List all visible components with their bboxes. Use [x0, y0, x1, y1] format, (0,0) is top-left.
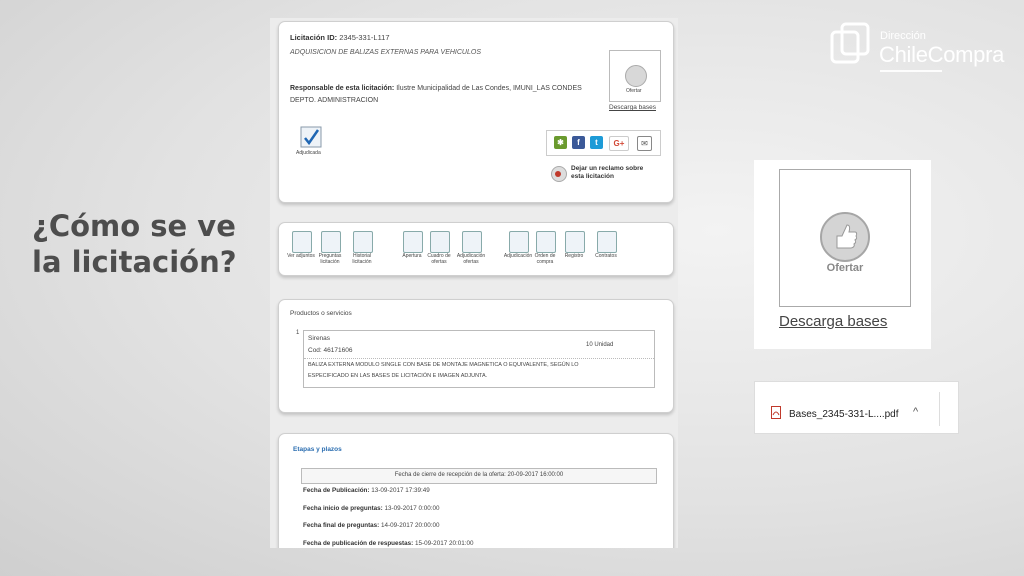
- pdf-icon: [771, 406, 781, 419]
- adjudicada-icon: [300, 126, 322, 148]
- action-label: Historial licitación: [352, 253, 372, 265]
- action-label: Cuadro de ofertas: [427, 253, 451, 265]
- actions-card: Ver adjuntos Preguntas licitación Historia…: [278, 222, 674, 276]
- etapa-label: Fecha de publicación de respuestas:: [303, 539, 414, 547]
- download-bar: Bases_2345-331-L....pdf ^: [754, 381, 959, 434]
- adjudicacion-ofertas-icon[interactable]: [462, 231, 482, 253]
- licitacion-screenshot: Licitación ID: 2345-331-L117 ADQUISICION…: [270, 18, 678, 548]
- mail-icon[interactable]: ✉: [637, 136, 652, 151]
- orden-compra-icon[interactable]: [536, 231, 556, 253]
- adjudicacion-icon[interactable]: [509, 231, 529, 253]
- thumbs-up-icon: [625, 65, 647, 87]
- chevron-up-icon[interactable]: ^: [913, 406, 918, 418]
- responsable-value: Ilustre Municipalidad de Las Condes, IMU…: [396, 85, 582, 92]
- contratos-icon[interactable]: [597, 231, 617, 253]
- chilecompra-logo-icon: [830, 22, 870, 64]
- licitacion-id-value: 2345-331-L117: [339, 33, 390, 42]
- responsable-label: Responsable de esta licitación:: [290, 85, 395, 92]
- producto-desc-line2: ESPECIFICADO EN LAS BASES DE LICITACIÓN …: [308, 373, 488, 379]
- logo-direccion: Dirección: [880, 30, 926, 42]
- etapa-label: Fecha final de preguntas:: [303, 522, 380, 529]
- slide-title: ¿Cómo se ve la licitación?: [32, 208, 252, 280]
- reclamo-icon: [551, 166, 567, 182]
- ofertar-label: Ofertar: [826, 262, 864, 274]
- producto-number: 1: [296, 330, 300, 336]
- cierre-box: Fecha de cierre de recepción de la ofert…: [301, 468, 657, 484]
- download-filename[interactable]: Bases_2345-331-L....pdf: [789, 409, 899, 420]
- twitter-icon[interactable]: t: [590, 136, 603, 149]
- slide-title-line2: la licitación?: [32, 245, 237, 279]
- ofertar-button-small[interactable]: Ofertar: [609, 50, 661, 102]
- licitacion-description: ADQUISICION DE BALIZAS EXTERNAS PARA VEH…: [290, 49, 481, 56]
- etapa-label: Fecha de Publicación:: [303, 487, 370, 494]
- ofertar-zoom-panel: Ofertar Descarga bases: [754, 160, 931, 349]
- ofertar-small-label: Ofertar: [626, 88, 642, 94]
- etapa-row: Fecha final de preguntas: 14-09-2017 20:…: [303, 522, 440, 529]
- historial-icon[interactable]: [353, 231, 373, 253]
- reclamo-link-line2[interactable]: esta licitación: [571, 173, 614, 180]
- action-label: Registro: [564, 253, 584, 259]
- etapa-row: Fecha de publicación de respuestas: 15-0…: [303, 540, 473, 547]
- producto-code: Cod: 46171606: [308, 347, 353, 354]
- etapa-value: 14-09-2017 20:00:00: [381, 522, 440, 529]
- apertura-icon[interactable]: [403, 231, 423, 253]
- producto-item: Sirenas Cod: 46171606 10 Unidad BALIZA E…: [303, 330, 655, 388]
- etapa-value: 13-09-2017 17:39:49: [371, 487, 430, 494]
- google-plus-icon[interactable]: G+: [609, 136, 629, 151]
- licitacion-id-prefix: ID:: [327, 33, 338, 42]
- etapa-value: 15-09-2017 20:01:00: [414, 539, 474, 547]
- etapa-label: Fecha inicio de preguntas:: [303, 504, 383, 512]
- responsable-depto: DEPTO. ADMINISTRACION: [290, 97, 379, 104]
- producto-desc-line1: BALIZA EXTERNA MODULO SINGLE CON BASE DE…: [308, 362, 579, 368]
- cuadro-ofertas-icon[interactable]: [430, 231, 450, 253]
- etapa-row: Fecha de Publicación: 13-09-2017 17:39:4…: [303, 487, 430, 494]
- ver-adjuntos-icon[interactable]: [292, 231, 312, 253]
- action-label: Preguntas licitación: [318, 253, 342, 265]
- registro-icon[interactable]: [565, 231, 585, 253]
- download-separator: [939, 392, 940, 426]
- reclamo-link-line1[interactable]: Dejar un reclamo sobre: [571, 165, 643, 172]
- etapas-card: Etapas y plazos Fecha de cierre de recep…: [278, 433, 674, 548]
- logo-underline: [880, 70, 942, 72]
- cierre-text: Fecha de cierre de recepción de la ofert…: [394, 472, 564, 478]
- logo-name: ChileCompra: [879, 42, 1005, 67]
- descarga-bases-link[interactable]: Descarga bases: [779, 313, 887, 330]
- facebook-icon[interactable]: f: [572, 136, 585, 149]
- etapa-value: 13-09-2017 0:00:00: [384, 504, 440, 512]
- productos-heading: Productos o servicios: [290, 310, 352, 317]
- thumbs-up-icon: [820, 212, 870, 262]
- preguntas-icon[interactable]: [321, 231, 341, 253]
- slide-title-line1: ¿Cómo se ve: [32, 209, 236, 243]
- licitacion-id-label: Licitación: [290, 33, 326, 42]
- share-icon[interactable]: ✱: [554, 136, 567, 149]
- productos-card: Productos o servicios 1 Sirenas Cod: 461…: [278, 299, 674, 413]
- social-share-bar: ✱ f t G+ ✉: [546, 130, 661, 156]
- action-label: Adjudicación ofertas: [456, 253, 486, 265]
- adjudicada-label: Adjudicada: [296, 150, 321, 156]
- etapa-row: Fecha inicio de preguntas: 13-09-2017 0:…: [303, 505, 440, 512]
- producto-name: Sirenas: [308, 335, 331, 342]
- action-label: Contratos: [595, 253, 617, 259]
- etapas-heading: Etapas y plazos: [293, 446, 342, 453]
- descarga-bases-link-small[interactable]: Descarga bases: [609, 104, 656, 111]
- producto-quantity: 10 Unidad: [586, 342, 614, 348]
- licitacion-header-card: Licitación ID: 2345-331-L117 ADQUISICION…: [278, 21, 674, 203]
- chilecompra-logo: Dirección ChileCompra: [830, 16, 1004, 76]
- ofertar-button[interactable]: Ofertar: [779, 169, 911, 307]
